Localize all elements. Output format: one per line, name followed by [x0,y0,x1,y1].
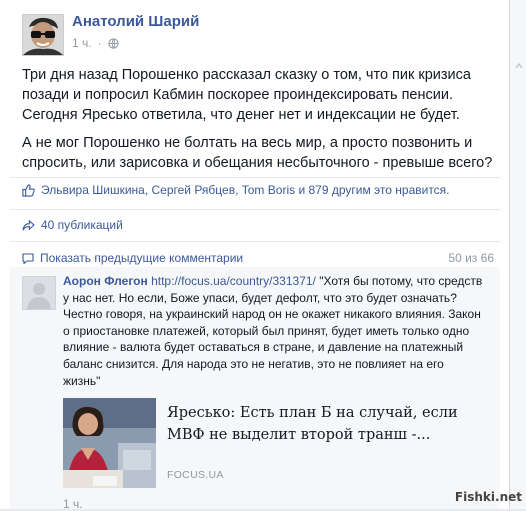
link-preview[interactable]: Яресько: Есть план Б на случай, если МВФ… [63,398,485,488]
post-paragraph: Три дня назад Порошенко рассказал сказку… [22,67,471,123]
comments-count: 50 из 66 [448,251,494,265]
post-time[interactable]: 1 ч. [72,36,92,50]
link-preview-domain: FOCUS.UA [167,469,224,481]
divider [10,177,500,178]
link-preview-image[interactable] [63,398,156,488]
post-card: Анатолий Шарий 1 ч. · Три дня назад Поро… [0,0,510,511]
post-paragraph: А не мог Порошенко не болтать на весь ми… [22,135,493,171]
share-icon [22,219,35,231]
author-name[interactable]: Анатолий Шарий [72,13,199,30]
shares-text[interactable]: 40 публикаций [41,218,123,232]
comment-icon [22,252,34,264]
comment-body: Аорон Флегон http://focus.ua/country/331… [63,273,483,389]
previous-comments-row: Показать предыдущие комментарии 50 из 66 [22,251,494,265]
chevron-up-icon[interactable] [515,58,523,69]
post-meta: 1 ч. · [72,36,119,50]
likes-text[interactable]: Эльвира Шишкина, Сергей Рябцев, Tom Bori… [41,183,450,197]
comment-link[interactable]: http://focus.ua/country/331371/ [151,274,316,288]
post-text: Три дня назад Порошенко рассказал сказку… [22,65,500,181]
watermark-logo: Fishki.net [454,490,522,504]
likes-row: Эльвира Шишкина, Сергей Рябцев, Tom Bori… [22,183,450,197]
commenter-avatar[interactable] [22,276,56,310]
globe-icon[interactable] [107,37,119,49]
divider [10,241,500,242]
show-previous-label[interactable]: Показать предыдущие комментарии [40,251,243,265]
link-preview-title[interactable]: Яресько: Есть план Б на случай, если МВФ… [167,402,467,446]
right-rail [510,0,526,509]
comment-author[interactable]: Аорон Флегон [63,274,148,288]
author-avatar[interactable] [22,14,64,56]
meta-separator: · [97,36,102,50]
like-icon [22,183,35,197]
comment-text: "Хотя бы потому, что средств у нас нет. … [63,274,483,388]
show-previous-comments[interactable]: Показать предыдущие комментарии [22,251,243,265]
shares-row[interactable]: 40 публикаций [22,218,123,232]
divider [10,209,500,210]
